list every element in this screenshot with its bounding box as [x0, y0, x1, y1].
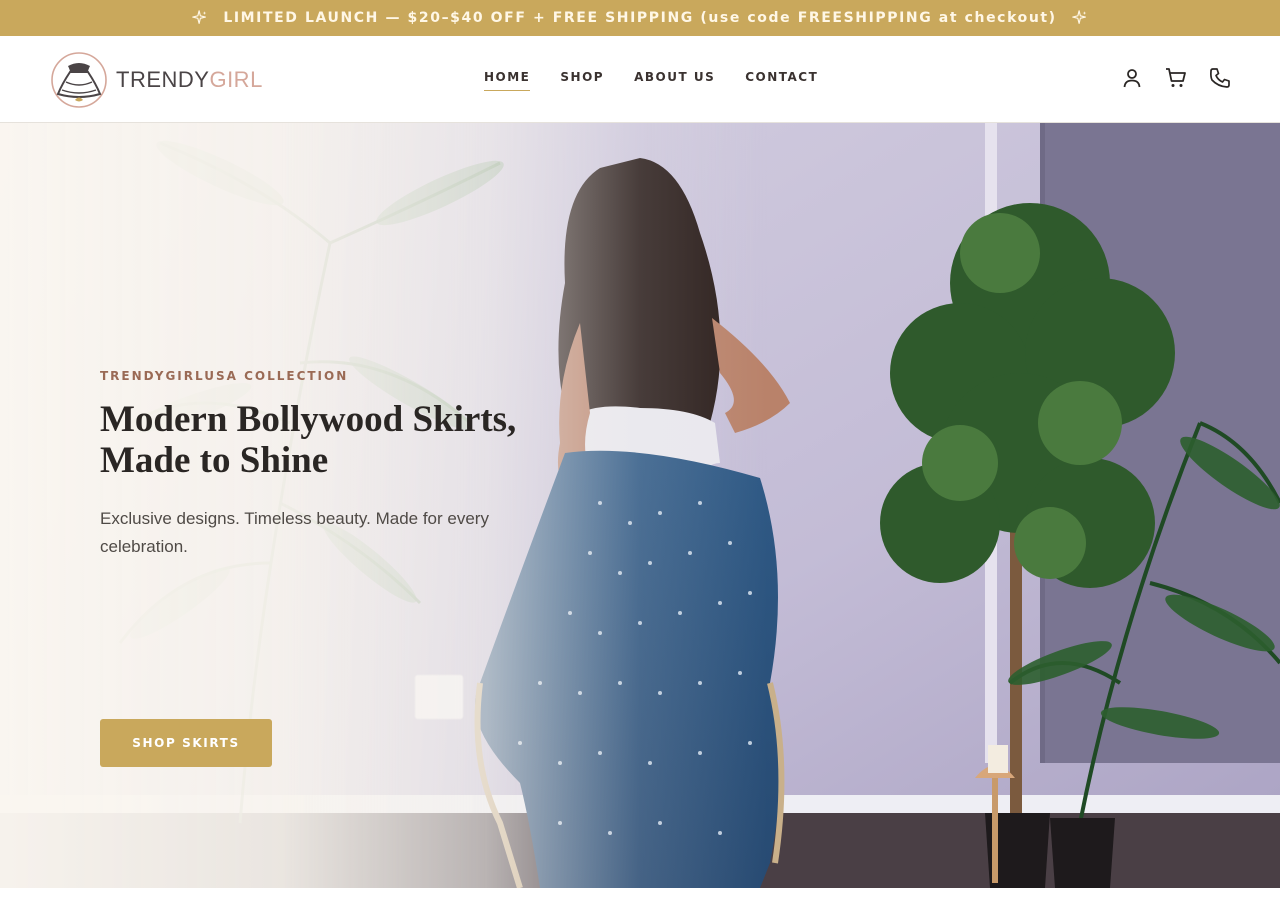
cart-icon[interactable]: [1164, 66, 1188, 90]
logo-mark-icon: [51, 52, 107, 108]
phone-icon[interactable]: [1208, 66, 1232, 90]
hero-headline-line-2: Made to Shine: [100, 440, 329, 481]
hero-headline: Modern Bollywood Skirts, Made to Shine: [100, 399, 540, 481]
page-bottom-spacer: [0, 888, 1280, 900]
hero-content: TRENDYGIRLUSA COLLECTION Modern Bollywoo…: [100, 369, 540, 767]
sparkle-icon: [191, 9, 209, 27]
main-nav: HOME SHOP ABOUT US CONTACT: [484, 70, 818, 91]
hero-subtext: Exclusive designs. Timeless beauty. Made…: [100, 509, 489, 556]
account-icon[interactable]: [1120, 66, 1144, 90]
nav-about-us[interactable]: ABOUT US: [634, 70, 715, 91]
logo-wordmark: TRENDYGIRL: [116, 67, 263, 92]
site-logo[interactable]: TRENDYGIRL: [48, 50, 263, 110]
nav-home[interactable]: HOME: [484, 70, 531, 91]
header-actions: [1120, 66, 1232, 90]
hero-eyebrow: TRENDYGIRLUSA COLLECTION: [100, 369, 349, 383]
announcement-bar: LIMITED LAUNCH — $20–$40 OFF + FREE SHIP…: [0, 0, 1280, 36]
hero-banner: TRENDYGIRLUSA COLLECTION Modern Bollywoo…: [0, 123, 1280, 888]
announcement-text: LIMITED LAUNCH — $20–$40 OFF + FREE SHIP…: [223, 10, 1057, 26]
hero-headline-line-1: Modern Bollywood Skirts,: [100, 399, 517, 440]
site-header: TRENDYGIRL HOME SHOP ABOUT US CONTACT: [0, 36, 1280, 123]
shop-skirts-button[interactable]: SHOP SKIRTS: [100, 719, 272, 767]
nav-shop[interactable]: SHOP: [560, 70, 604, 91]
sparkle-icon: [1071, 9, 1089, 27]
nav-contact[interactable]: CONTACT: [745, 70, 818, 91]
